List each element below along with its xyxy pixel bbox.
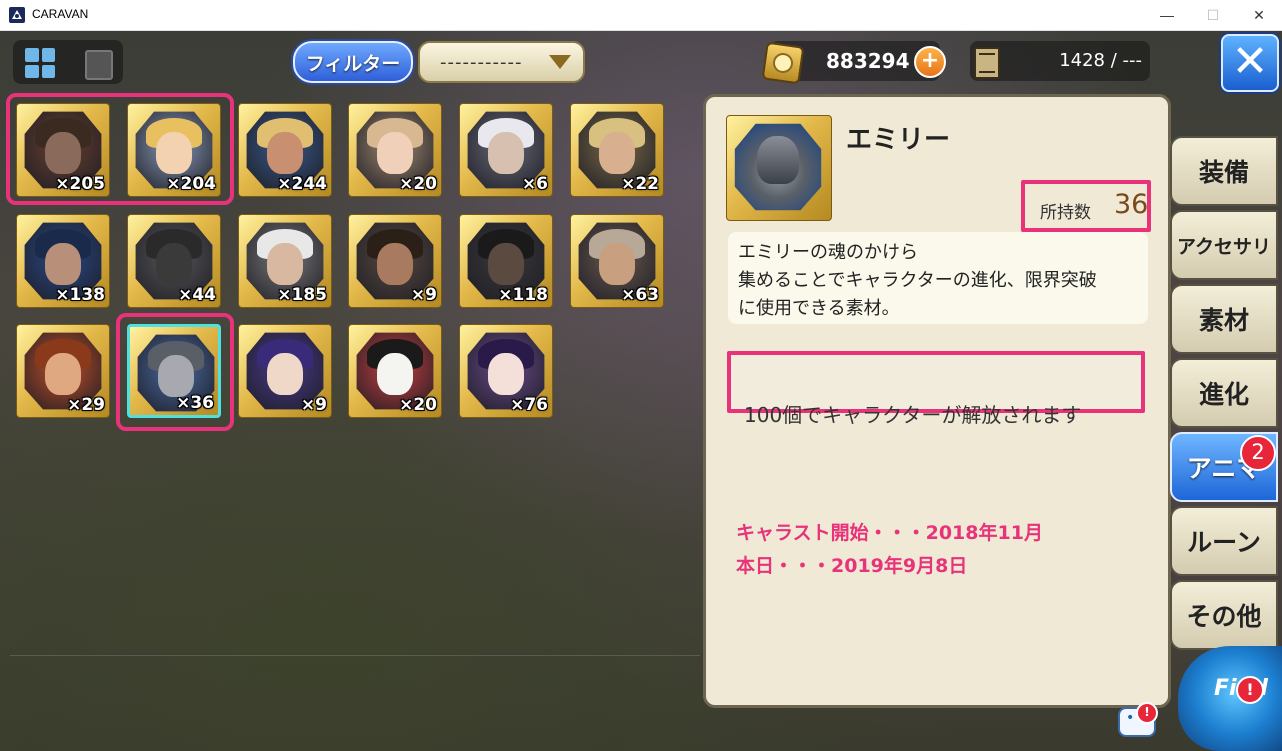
card-count: ×9 — [410, 285, 437, 305]
character-card[interactable]: ×22 — [570, 103, 664, 197]
card-count: ×63 — [621, 285, 659, 305]
character-card[interactable]: ×9 — [348, 214, 442, 308]
description-line: 集めることでキャラクターの進化、限界突破 — [738, 270, 1097, 291]
card-count: ×6 — [521, 174, 548, 194]
find-alert-icon: ! — [1236, 676, 1264, 704]
gold-counter: 883294 + — [761, 41, 946, 85]
grid-view-icon[interactable] — [25, 48, 55, 78]
caravan-app-icon — [9, 7, 25, 23]
notification-badge: 2 — [1240, 435, 1276, 471]
unlock-text: 100個でキャラクターが解放されます — [744, 403, 1082, 427]
annotation-start-date: キャラスト開始・・・2018年11月 — [736, 522, 1043, 544]
card-count: ×20 — [399, 174, 437, 194]
character-card[interactable]: ×20 — [348, 324, 442, 418]
character-card[interactable]: ×9 — [238, 324, 332, 418]
character-card[interactable]: ×29 — [16, 324, 110, 418]
sort-dropdown[interactable]: ----------- — [418, 41, 585, 83]
gold-amount: 883294 — [826, 49, 910, 73]
character-portrait-icon — [734, 123, 822, 211]
storage-box-icon — [974, 47, 1000, 79]
single-view-icon[interactable] — [85, 50, 113, 80]
view-toggle — [13, 40, 123, 84]
character-card[interactable]: ×244 — [238, 103, 332, 197]
description-line: に使用できる素材。 — [738, 298, 900, 319]
detail-panel: エミリー 所持数 36 エミリーの魂のかけら 集めることでキャラクターの進化、限… — [703, 94, 1171, 708]
game-area: フィルター ----------- 883294 + 1428 / --- ✕ … — [0, 31, 1282, 751]
character-card[interactable]: ×44 — [127, 214, 221, 308]
chevron-down-icon — [549, 55, 571, 69]
annotation-today-date: 本日・・・2019年9月8日 — [736, 555, 968, 577]
filter-button[interactable]: フィルター — [293, 41, 413, 83]
close-button[interactable]: ✕ — [1221, 34, 1279, 92]
character-card[interactable]: ×185 — [238, 214, 332, 308]
tab-7[interactable]: その他 — [1170, 580, 1278, 650]
character-card[interactable]: ×20 — [348, 103, 442, 197]
window-titlebar: CARAVAN — ☐ ✕ — [0, 0, 1282, 31]
chat-alert-icon: ! — [1136, 702, 1158, 724]
maximize-button[interactable]: ☐ — [1190, 0, 1236, 30]
card-count: ×29 — [67, 395, 105, 415]
tab-1[interactable]: 装備 — [1170, 136, 1278, 206]
window-close-button[interactable]: ✕ — [1236, 0, 1282, 30]
gold-coin-icon — [761, 41, 805, 85]
description-box: エミリーの魂のかけら 集めることでキャラクターの進化、限界突破 に使用できる素材… — [728, 232, 1148, 324]
divider — [10, 655, 700, 656]
card-count: ×244 — [277, 174, 327, 194]
card-count: ×118 — [498, 285, 548, 305]
detail-portrait — [726, 115, 832, 221]
add-gold-button[interactable]: + — [914, 46, 946, 78]
highlight-box-top-pair — [6, 93, 234, 205]
storage-counter: 1428 / --- — [970, 41, 1150, 81]
character-card[interactable]: ×6 — [459, 103, 553, 197]
tab-6[interactable]: ルーン — [1170, 506, 1278, 576]
minimize-button[interactable]: — — [1144, 0, 1190, 30]
card-count: ×138 — [55, 285, 105, 305]
card-count: ×76 — [510, 395, 548, 415]
tab-3[interactable]: 素材 — [1170, 284, 1278, 354]
tab-2[interactable]: アクセサリ — [1170, 210, 1278, 280]
character-name: エミリー — [846, 125, 951, 155]
character-card[interactable]: ×63 — [570, 214, 664, 308]
character-card[interactable]: ×76 — [459, 324, 553, 418]
card-count: ×22 — [621, 174, 659, 194]
sort-dropdown-value: ----------- — [440, 51, 523, 73]
highlight-box-selected — [116, 313, 234, 431]
character-card[interactable]: ×138 — [16, 214, 110, 308]
card-count: ×9 — [300, 395, 327, 415]
card-count: ×44 — [178, 285, 216, 305]
find-button[interactable]: Find — [1178, 646, 1282, 751]
tab-4[interactable]: 進化 — [1170, 358, 1278, 428]
description-line: エミリーの魂のかけら — [738, 242, 918, 263]
owned-value: 36 — [1114, 189, 1149, 220]
storage-amount: 1428 / --- — [1059, 50, 1142, 71]
character-card[interactable]: ×118 — [459, 214, 553, 308]
window-title: CARAVAN — [32, 7, 89, 21]
card-count: ×185 — [277, 285, 327, 305]
card-count: ×20 — [399, 395, 437, 415]
owned-label: 所持数 — [1040, 203, 1091, 223]
